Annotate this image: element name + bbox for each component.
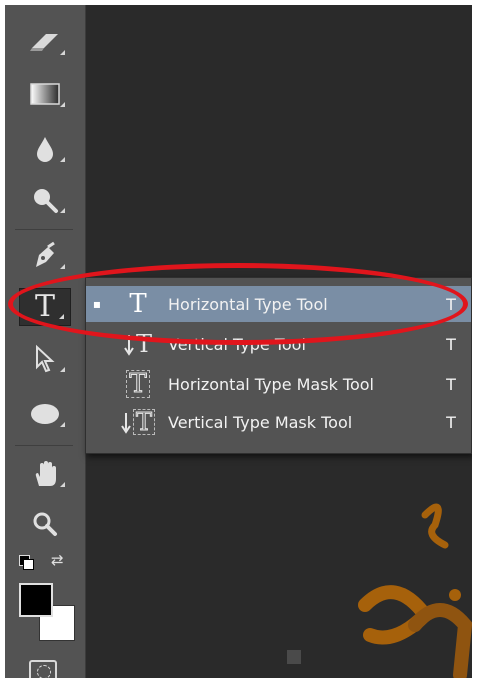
selected-marker: ▪ (92, 297, 102, 311)
gradient-icon (30, 83, 60, 105)
pen-tool-button[interactable] (19, 237, 71, 275)
hand-tool-button[interactable] (19, 455, 71, 493)
menu-item-vertical-type-mask-tool[interactable]: T Vertical Type Mask Tool T (86, 404, 471, 440)
drop-icon (37, 137, 53, 162)
vertical-type-icon: T (108, 332, 168, 356)
menu-item-label: Horizontal Type Tool (168, 294, 328, 314)
zoom-tool-button[interactable] (19, 505, 71, 543)
ellipse-tool-button[interactable] (19, 395, 71, 433)
canvas-artwork (287, 503, 472, 678)
shortcut-key: T (446, 412, 456, 432)
quick-mask-button[interactable] (29, 660, 57, 678)
horizontal-type-icon: T (129, 289, 147, 319)
shortcut-key: T (446, 294, 456, 314)
type-icon: T (34, 289, 55, 324)
type-tool-button[interactable]: T (19, 288, 71, 326)
quick-mask-icon (37, 665, 51, 678)
zoom-icon (33, 512, 57, 536)
menu-item-label: Vertical Type Tool (168, 334, 306, 354)
menu-item-label: Vertical Type Mask Tool (168, 412, 353, 432)
default-colors-icon[interactable] (19, 555, 34, 570)
color-swatches (19, 583, 79, 643)
shortcut-key: T (446, 374, 456, 394)
vertical-type-mask-icon: T (108, 409, 168, 435)
menu-item-vertical-type-tool[interactable]: T Vertical Type Tool T (86, 326, 471, 362)
tools-panel: T ⇄ (5, 5, 86, 678)
hand-icon (35, 461, 56, 486)
swap-colors-icon[interactable]: ⇄ (51, 553, 64, 568)
type-tool-flyout-menu: ▪ T Horizontal Type Tool T T Vertical Ty… (85, 277, 472, 454)
arrow-icon (36, 344, 55, 373)
foreground-color-swatch[interactable] (19, 583, 53, 617)
menu-item-horizontal-type-tool[interactable]: ▪ T Horizontal Type Tool T (86, 286, 471, 322)
pen-icon (36, 241, 55, 267)
horizontal-type-mask-icon: T (108, 370, 168, 398)
menu-item-horizontal-type-mask-tool[interactable]: T Horizontal Type Mask Tool T (86, 366, 471, 402)
ellipse-icon (31, 404, 59, 424)
shortcut-key: T (446, 334, 456, 354)
dodge-tool-button[interactable] (19, 181, 71, 219)
eraser-tool-button[interactable] (19, 23, 71, 61)
gradient-tool-button[interactable] (19, 75, 71, 113)
path-selection-tool-button[interactable] (19, 340, 71, 378)
photoshop-window: T ⇄ ▪ T Horizontal Type Tool T T Vertica… (5, 5, 472, 678)
blur-tool-button[interactable] (19, 130, 71, 168)
eraser-icon (30, 34, 58, 51)
menu-item-label: Horizontal Type Mask Tool (168, 374, 374, 394)
dodge-icon (34, 189, 58, 213)
